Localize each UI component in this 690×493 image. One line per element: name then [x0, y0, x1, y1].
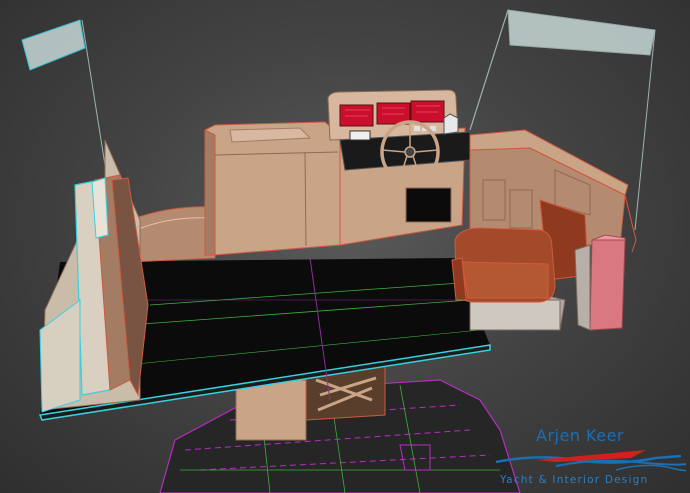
logo-tagline: Yacht & Interior Design — [500, 474, 649, 486]
yacht-wheelhouse-render — [21, 9, 656, 493]
curved-bulkhead — [129, 206, 216, 263]
3d-viewport[interactable]: Arjen Keer Yacht & Interior Design — [0, 0, 690, 493]
logo-waves-icon — [496, 450, 686, 472]
helm-console — [204, 89, 471, 256]
logo-name: Arjen Keer — [536, 426, 624, 445]
brand-logo: Arjen Keer Yacht & Interior Design — [496, 422, 686, 490]
instrument-screen-1 — [339, 104, 374, 127]
instrument-screen-3 — [410, 100, 445, 123]
side-stool — [574, 234, 626, 331]
port-side-wall — [39, 139, 149, 413]
